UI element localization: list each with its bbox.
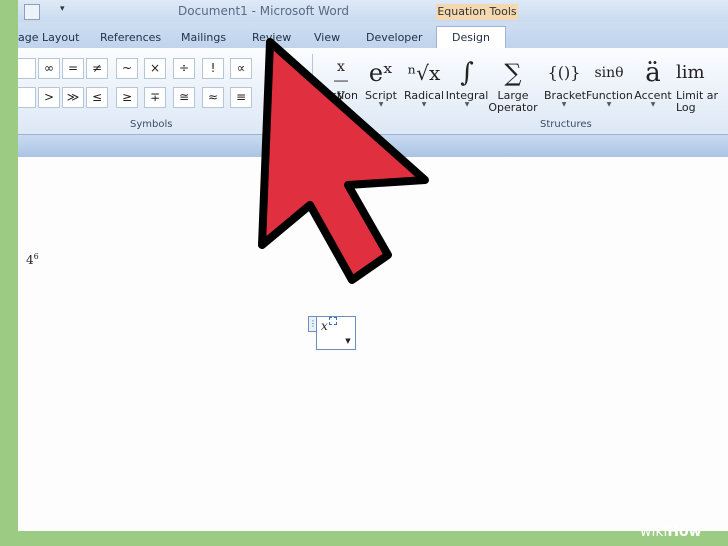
wikihow-watermark: wikiHow [640, 524, 702, 540]
red-arrow-icon [258, 38, 429, 284]
pointer-arrow-overlay [258, 38, 429, 284]
